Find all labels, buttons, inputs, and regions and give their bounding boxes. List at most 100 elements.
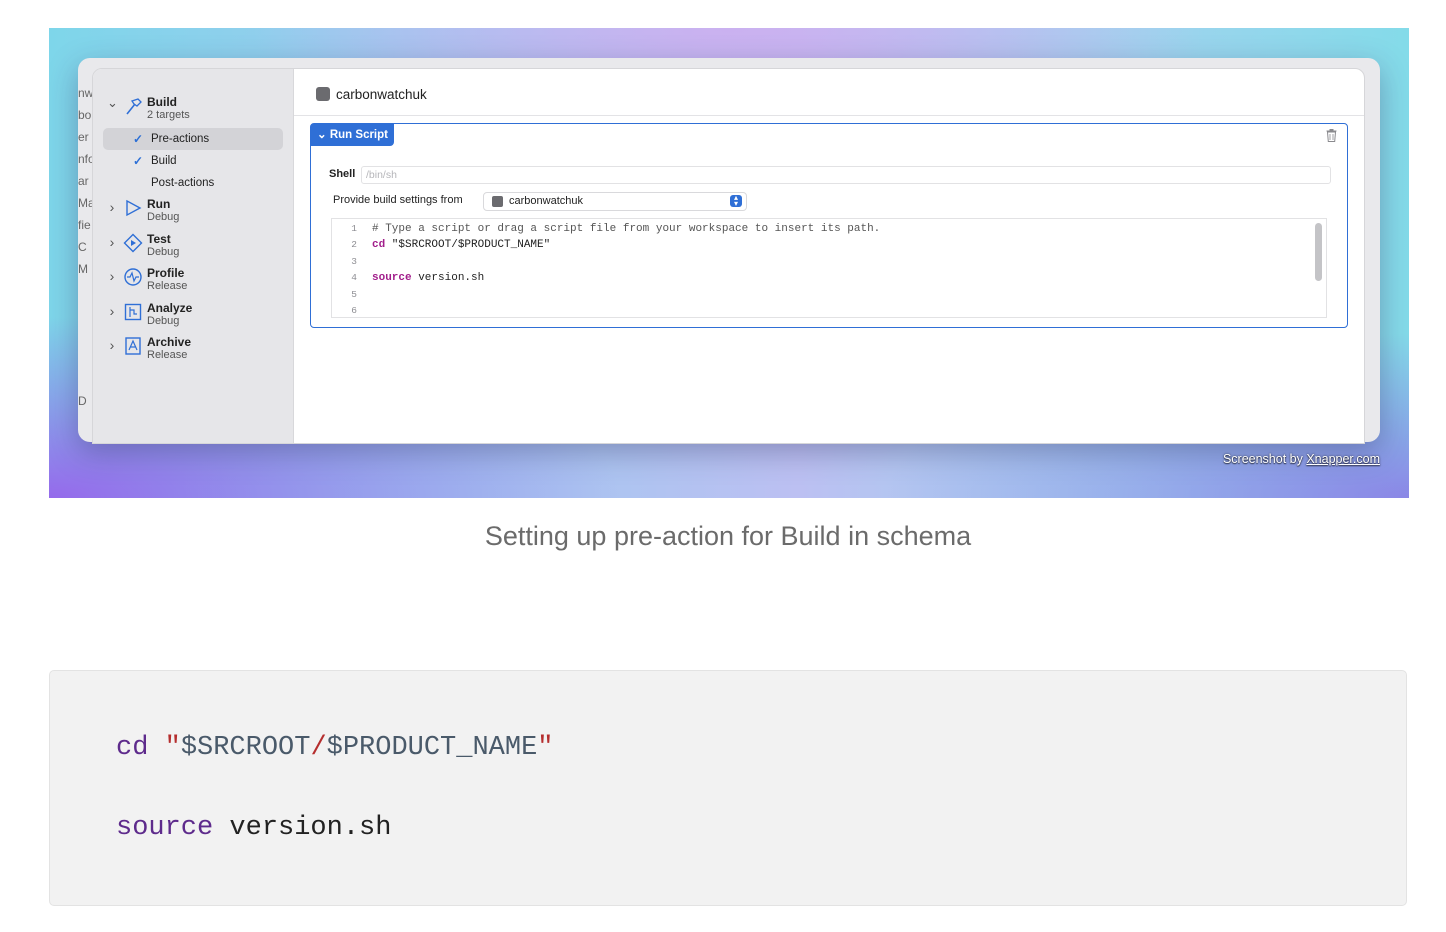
shell-field[interactable]: /bin/sh <box>361 166 1331 184</box>
target-title-text: carbonwatchuk <box>336 87 427 102</box>
line-number: 6 <box>351 305 357 316</box>
background-text-fragment: D <box>78 394 87 408</box>
provide-settings-label: Provide build settings from <box>333 194 463 206</box>
sidebar-action-subtitle: Release <box>147 280 188 292</box>
code-token: source <box>372 272 412 285</box>
code-quote-close: " <box>537 733 554 763</box>
scheme-actions-sidebar: ⌄ Build 2 targets › Run Debug › Test Debug › Profi… <box>93 69 294 443</box>
code-quote-open: " <box>164 733 181 763</box>
background-text-fragment: ar <box>78 174 89 188</box>
app-target-icon <box>316 87 330 101</box>
sidebar-action-label: Run <box>147 197 171 211</box>
code-token: "$SRCROOT/$PRODUCT_NAME" <box>385 239 551 252</box>
credit-prefix: Screenshot by <box>1222 452 1307 466</box>
code-block: cd "$SRCROOT/$PRODUCT_NAME" source versi… <box>49 670 1407 906</box>
sidebar-action-subtitle: Debug <box>147 211 180 223</box>
editor-code: source version.sh <box>372 270 484 286</box>
sidebar-action-run[interactable]: › Run Debug <box>107 197 287 231</box>
editor-code: cd "$SRCROOT/$PRODUCT_NAME" <box>372 237 550 253</box>
code-var-product-name: $PRODUCT_NAME <box>326 733 538 763</box>
target-title: carbonwatchuk <box>316 87 427 102</box>
sidebar-action-label: Profile <box>147 266 185 280</box>
background-text-fragment: M <box>78 262 88 276</box>
editor-scrollbar[interactable] <box>1315 223 1322 281</box>
run-script-disclosure[interactable]: ⌄ Run Script <box>311 124 394 146</box>
background-text-fragment: fie <box>78 218 91 232</box>
background-text-fragment: bo <box>78 108 92 122</box>
provide-settings-value: carbonwatchuk <box>509 195 583 207</box>
figure-caption: Setting up pre-action for Build in schem… <box>484 521 972 551</box>
checkmark-icon: ✓ <box>133 154 144 168</box>
run-script-label: Run Script <box>329 129 388 141</box>
sidebar-action-subtitle: 2 targets <box>147 109 190 121</box>
diamond-play-icon <box>123 233 143 253</box>
code-token: # Type a script or drag a script file fr… <box>372 223 881 235</box>
script-editor[interactable]: 1 # Type a script or drag a script file f… <box>331 218 1327 318</box>
background-text-fragment: C <box>78 240 87 254</box>
sidebar-action-label: Test <box>147 232 171 246</box>
code-arg-version: version.sh <box>229 813 392 843</box>
background-text-fragment: Mai <box>78 196 92 210</box>
hero-screenshot: nwboernfoarMaifieCM D ⌄Build2 targets›Ru… <box>49 28 1409 498</box>
sidebar-action-archive[interactable]: › Archive Release <box>107 335 287 369</box>
trash-icon[interactable] <box>1326 129 1337 142</box>
scheme-editor-sheet: ⌄ Build 2 targets › Run Debug › Test Debug › Profi… <box>92 68 1365 444</box>
sidebar-action-label: Archive <box>147 335 192 349</box>
gauge-icon <box>124 268 142 286</box>
line-number: 1 <box>351 223 357 234</box>
sidebar-item-pre-actions[interactable]: ✓ Pre-actions <box>103 128 283 150</box>
screenshot-credit: Screenshot by Xnapper.com <box>1223 452 1380 466</box>
background-text-fragment <box>78 324 92 346</box>
sidebar-item-post-actions[interactable]: Post-actions <box>103 172 283 194</box>
checkmark-icon: ✓ <box>133 132 144 146</box>
background-text-fragment <box>78 280 92 302</box>
sidebar-item-label: Pre-actions <box>151 133 210 145</box>
chevron-right-icon[interactable]: › <box>107 337 117 353</box>
sidebar-action-label: Analyze <box>147 301 193 315</box>
code-line-1: cd "$SRCROOT/$PRODUCT_NAME" <box>116 733 553 763</box>
background-text-fragment <box>78 368 92 390</box>
sidebar-action-profile[interactable]: › Profile Release <box>107 266 287 300</box>
line-number: 3 <box>351 255 357 267</box>
popup-stepper-icon: ▴ ▾ <box>730 194 742 208</box>
hammer-icon <box>126 98 142 115</box>
chevron-right-icon[interactable]: › <box>107 199 117 215</box>
scheme-content-pane: carbonwatchuk ⌄ Run Script Shell /bin/sh <box>294 69 1364 443</box>
credit-link[interactable]: Xnapper.com <box>1306 452 1380 466</box>
sidebar-item-label: Build <box>151 155 177 167</box>
background-text-fragment <box>78 302 92 324</box>
background-text-fragment: er <box>78 130 89 144</box>
app-target-icon <box>492 196 503 207</box>
editor-code: # Type a script or drag a script file fr… <box>372 221 880 237</box>
line-number: 2 <box>351 239 357 251</box>
shell-label: Shell <box>329 168 356 180</box>
chevron-right-icon[interactable]: › <box>107 303 117 319</box>
sidebar-item-build[interactable]: ✓ Build <box>103 150 283 172</box>
provide-settings-popup[interactable]: carbonwatchuk ▴ ▾ <box>483 192 747 211</box>
chevron-right-icon[interactable]: › <box>107 234 117 250</box>
chevron-down-icon: ⌄ <box>317 129 327 141</box>
sidebar-action-test[interactable]: › Test Debug <box>107 232 287 266</box>
analyze-icon <box>124 303 142 321</box>
background-text-fragment: nw <box>78 86 92 100</box>
sidebar-action-subtitle: Debug <box>147 315 180 327</box>
sidebar-action-subtitle: Release <box>147 349 188 361</box>
chevron-down-icon[interactable]: ⌄ <box>107 95 118 111</box>
code-cmd-source: source <box>116 813 214 843</box>
sidebar-action-build[interactable]: ⌄ Build 2 targets <box>107 95 287 129</box>
archive-icon <box>125 337 141 355</box>
line-number: 4 <box>351 272 357 284</box>
background-window-text: nw bo er nfo ar Mai fie CM D <box>78 82 92 432</box>
header-divider <box>294 115 1364 116</box>
run-script-phase: ⌄ Run Script Shell /bin/sh Provide build… <box>310 123 1348 328</box>
chevron-right-icon[interactable]: › <box>107 268 117 284</box>
code-token: cd <box>372 239 386 252</box>
play-icon <box>126 199 142 217</box>
code-var-srcroot: $SRCROOT <box>180 733 311 763</box>
code-cmd-cd: cd <box>116 733 149 763</box>
code-slash: / <box>310 733 327 763</box>
background-text-fragment: nfo <box>78 152 92 166</box>
sidebar-action-subtitle: Debug <box>147 246 180 258</box>
line-number: 5 <box>351 288 357 300</box>
sidebar-action-analyze[interactable]: › Analyze Debug <box>107 301 287 335</box>
